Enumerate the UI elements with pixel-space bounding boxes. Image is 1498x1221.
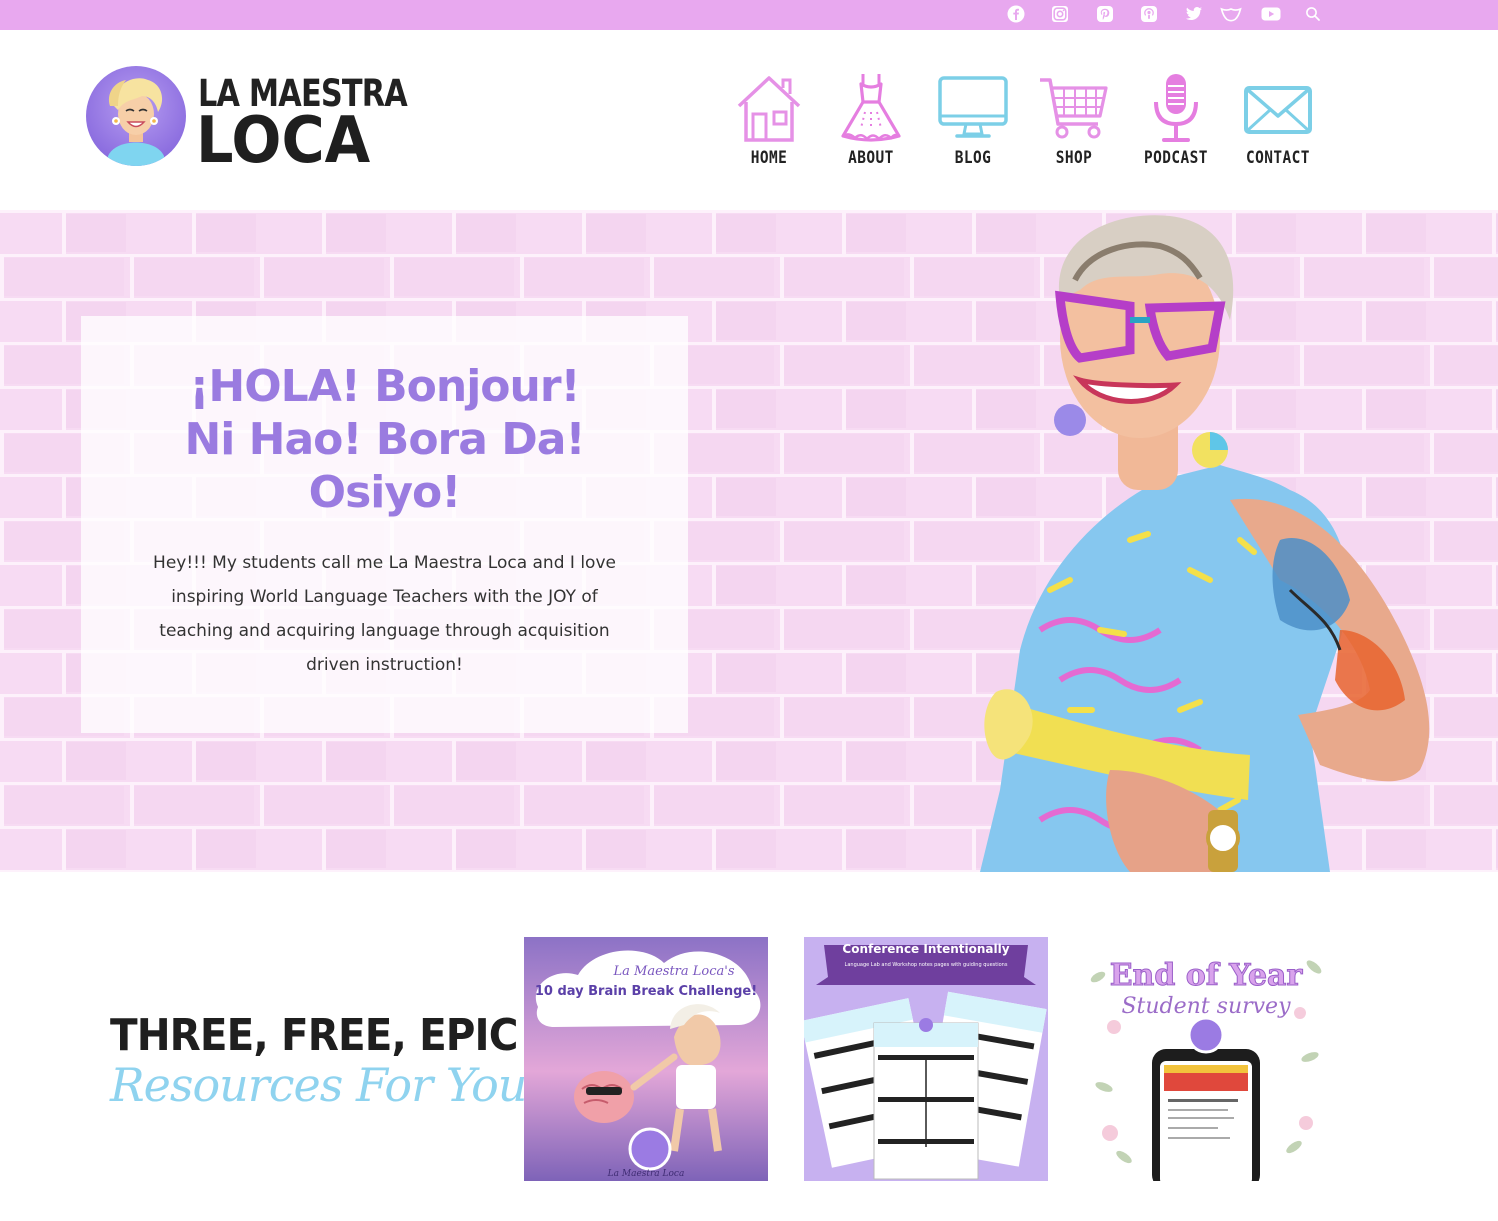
monitor-icon bbox=[938, 76, 1008, 138]
resource-card-brain-break[interactable]: La Maestra Loca's 10 day Brain Break Cha… bbox=[524, 937, 768, 1181]
nav-home[interactable]: HOME bbox=[724, 72, 814, 168]
twitter-icon[interactable] bbox=[1183, 3, 1205, 25]
hero-title-line: Ni Hao! Bora Da! bbox=[184, 414, 585, 465]
hero-title: ¡HOLA! Bonjour! Ni Hao! Bora Da! Osiyo! bbox=[81, 360, 688, 519]
envelope-icon bbox=[1244, 86, 1312, 134]
hero-intro-text: Hey!!! My students call me La Maestra Lo… bbox=[153, 553, 616, 675]
card3-subtitle: Student survey bbox=[1121, 994, 1291, 1019]
nav-label-blog: BLOG bbox=[954, 148, 992, 168]
card2-title: Conference Intentionally bbox=[842, 942, 1009, 956]
end-of-year-survey-thumbnail: End of Year Student survey bbox=[1084, 937, 1328, 1181]
nav-label-about: ABOUT bbox=[848, 148, 894, 168]
nav-shop[interactable]: SHOP bbox=[1029, 72, 1119, 168]
brand-line-2[interactable]: LOCA bbox=[196, 104, 370, 178]
hero-portrait-photo bbox=[980, 215, 1430, 872]
nav-contact[interactable]: CONTACT bbox=[1233, 72, 1323, 168]
hero-title-line: Osiyo! bbox=[308, 467, 462, 518]
card3-title: End of Year bbox=[1110, 958, 1304, 993]
hero-card: ¡HOLA! Bonjour! Ni Hao! Bora Da! Osiyo! … bbox=[81, 316, 688, 733]
nav-blog[interactable]: BLOG bbox=[928, 72, 1018, 168]
tpt-icon[interactable] bbox=[1220, 3, 1242, 25]
social-bar bbox=[0, 0, 1498, 30]
nav-label-shop: SHOP bbox=[1055, 148, 1093, 168]
resources-subheading: Resources For You bbox=[110, 1058, 527, 1112]
instagram-icon[interactable] bbox=[1049, 3, 1071, 25]
logo-avatar[interactable] bbox=[86, 66, 186, 166]
card1-footer: La Maestra Loca bbox=[607, 1169, 685, 1179]
resource-card-conference[interactable]: Conference Intentionally Language Lab an… bbox=[804, 937, 1048, 1181]
house-icon bbox=[737, 76, 801, 142]
dress-icon bbox=[841, 74, 901, 142]
podcast-icon[interactable] bbox=[1138, 3, 1160, 25]
search-icon[interactable] bbox=[1302, 3, 1324, 25]
nav-label-contact: CONTACT bbox=[1246, 148, 1310, 168]
nav-about[interactable]: ABOUT bbox=[826, 72, 916, 168]
card1-title: 10 day Brain Break Challenge! bbox=[535, 984, 757, 999]
hero-banner: ¡HOLA! Bonjour! Ni Hao! Bora Da! Osiyo! … bbox=[0, 210, 1498, 872]
resource-card-end-of-year[interactable]: End of Year Student survey bbox=[1084, 937, 1328, 1181]
card1-script-title: La Maestra Loca's bbox=[613, 964, 735, 979]
pinterest-icon[interactable] bbox=[1094, 3, 1116, 25]
microphone-icon bbox=[1154, 74, 1198, 142]
resources-heading: THREE, FREE, EPIC bbox=[110, 1010, 518, 1061]
cart-icon bbox=[1040, 78, 1108, 139]
youtube-icon[interactable] bbox=[1260, 3, 1282, 25]
conference-notes-thumbnail: Conference Intentionally Language Lab an… bbox=[804, 937, 1048, 1181]
nav-label-podcast: PODCAST bbox=[1144, 148, 1208, 168]
facebook-icon[interactable] bbox=[1005, 3, 1027, 25]
hero-title-line: ¡HOLA! Bonjour! bbox=[189, 361, 580, 412]
nav-podcast[interactable]: PODCAST bbox=[1131, 72, 1221, 168]
card2-subtitle: Language Lab and Workshop notes pages wi… bbox=[845, 962, 1008, 968]
nav-label-home: HOME bbox=[750, 148, 788, 168]
brain-break-thumbnail: La Maestra Loca's 10 day Brain Break Cha… bbox=[524, 937, 768, 1181]
